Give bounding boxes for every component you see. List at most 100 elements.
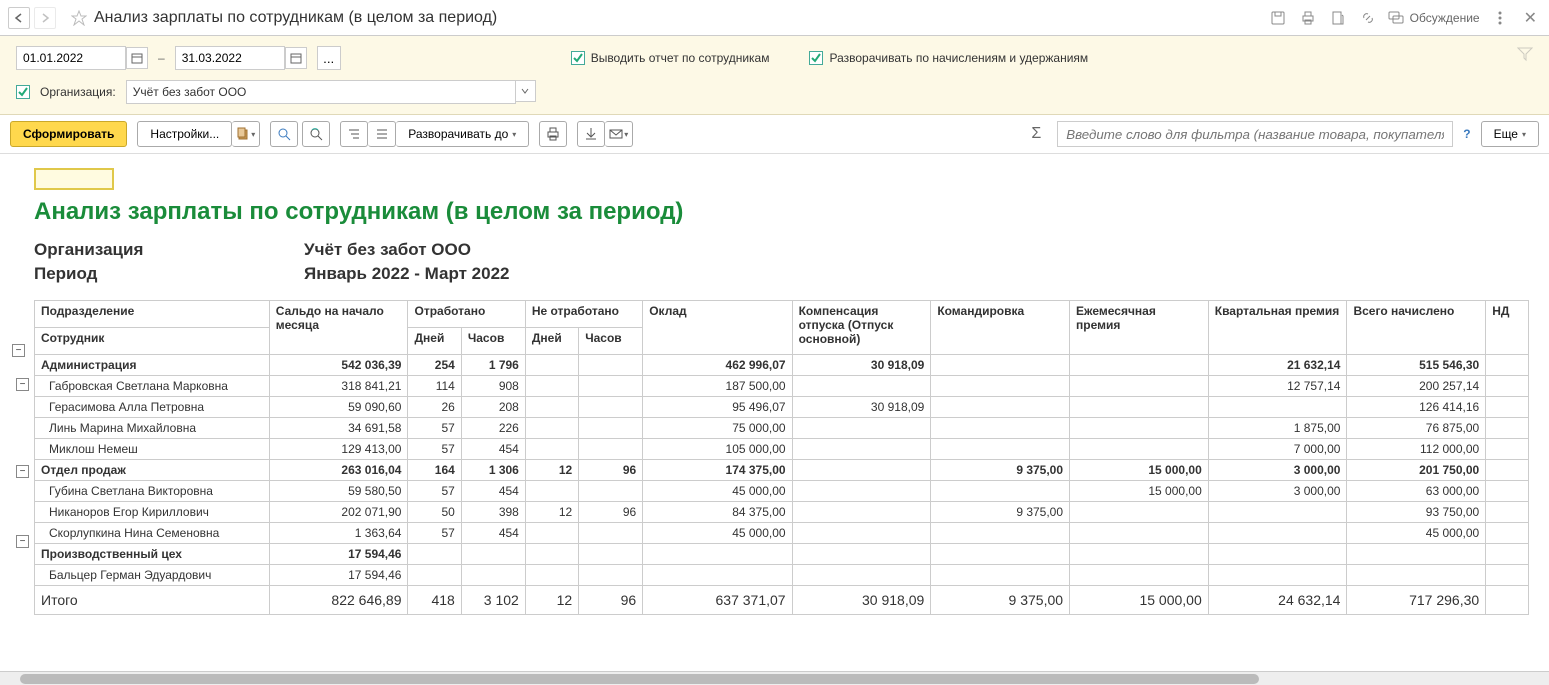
titlebar: Анализ зарплаты по сотрудникам (в целом … bbox=[0, 0, 1549, 36]
nav-back-button[interactable] bbox=[8, 7, 30, 29]
th-wd: Дней bbox=[408, 328, 461, 355]
table-row[interactable]: Губина Светлана Викторовна59 580,5057454… bbox=[35, 481, 1529, 502]
cell-trip: 9 375,00 bbox=[931, 586, 1070, 615]
cell-qb bbox=[1208, 523, 1347, 544]
table-row[interactable]: Миклош Немеш129 413,0057454105 000,007 0… bbox=[35, 439, 1529, 460]
cell-total: 45 000,00 bbox=[1347, 523, 1486, 544]
cell-mb bbox=[1070, 376, 1209, 397]
table-row[interactable]: Линь Марина Михайловна34 691,585722675 0… bbox=[35, 418, 1529, 439]
filter-input[interactable] bbox=[1057, 121, 1453, 147]
meta-org-label: Организация bbox=[34, 240, 304, 260]
filter-funnel-icon[interactable] bbox=[1517, 46, 1533, 65]
clipboard-icon[interactable]: ▾ bbox=[232, 121, 260, 147]
email-report-icon[interactable]: ▾ bbox=[605, 121, 633, 147]
collapse-all-icon[interactable] bbox=[368, 121, 396, 147]
search-icon[interactable] bbox=[270, 121, 298, 147]
cell-qb: 1 875,00 bbox=[1208, 418, 1347, 439]
date-from-input[interactable] bbox=[16, 46, 126, 70]
table-row[interactable]: Герасимова Алла Петровна59 090,602620895… bbox=[35, 397, 1529, 418]
calendar-to-icon[interactable] bbox=[285, 47, 307, 69]
cell-name: Производственный цех bbox=[35, 544, 270, 565]
sigma-icon[interactable]: Σ bbox=[1031, 125, 1041, 143]
cell-ndfl bbox=[1486, 460, 1529, 481]
more-label: Еще bbox=[1494, 127, 1518, 141]
cell-trip bbox=[931, 544, 1070, 565]
table-row[interactable]: Скорлупкина Нина Семеновна1 363,64574544… bbox=[35, 523, 1529, 544]
cell-mb bbox=[1070, 523, 1209, 544]
cell-wd: 50 bbox=[408, 502, 461, 523]
chk-org[interactable] bbox=[16, 85, 30, 99]
kebab-icon[interactable] bbox=[1490, 8, 1510, 28]
expand-to-label: Разворачивать до bbox=[408, 127, 508, 141]
settings-button[interactable]: Настройки... bbox=[137, 121, 232, 147]
cell-ndfl bbox=[1486, 355, 1529, 376]
cell-qb bbox=[1208, 397, 1347, 418]
link-icon[interactable] bbox=[1358, 8, 1378, 28]
refresh-search-icon[interactable] bbox=[302, 121, 330, 147]
period-select-button[interactable]: ... bbox=[317, 46, 341, 70]
settings-label: Настройки... bbox=[150, 127, 219, 141]
cell-saldo: 1 363,64 bbox=[269, 523, 408, 544]
cell-total: 76 875,00 bbox=[1347, 418, 1486, 439]
print-button-icon[interactable] bbox=[539, 121, 567, 147]
tree-btn-group-1[interactable]: − bbox=[16, 465, 29, 478]
table-row[interactable]: Никаноров Егор Кириллович202 071,9050398… bbox=[35, 502, 1529, 523]
chk-employees[interactable] bbox=[571, 51, 585, 65]
cell-ndfl bbox=[1486, 397, 1529, 418]
th-total: Всего начислено bbox=[1347, 301, 1486, 355]
expand-all-icon[interactable] bbox=[340, 121, 368, 147]
cell-name: Губина Светлана Викторовна bbox=[35, 481, 270, 502]
cell-mb: 15 000,00 bbox=[1070, 481, 1209, 502]
discuss-button[interactable]: Обсуждение bbox=[1388, 10, 1480, 26]
chk-expand[interactable] bbox=[809, 51, 823, 65]
horizontal-scrollbar[interactable] bbox=[0, 671, 1549, 685]
tree-collapse-root[interactable]: − bbox=[12, 344, 25, 357]
cell-wh: 454 bbox=[461, 439, 525, 460]
nav-forward-button[interactable] bbox=[34, 7, 56, 29]
report-area[interactable]: − Анализ зарплаты по сотрудникам (в цело… bbox=[0, 154, 1549, 671]
more-button[interactable]: Еще▾ bbox=[1481, 121, 1539, 147]
table-row[interactable]: Бальцер Герман Эдуардович17 594,46 bbox=[35, 565, 1529, 586]
cell-mb: 15 000,00 bbox=[1070, 460, 1209, 481]
cell-nwd bbox=[525, 439, 578, 460]
date-to-input[interactable] bbox=[175, 46, 285, 70]
toolbar: Сформировать Настройки... ▾ Разворачиват… bbox=[0, 115, 1549, 154]
cell-name: Миклош Немеш bbox=[35, 439, 270, 460]
calendar-from-icon[interactable] bbox=[126, 47, 148, 69]
cell-mb bbox=[1070, 418, 1209, 439]
cell-mb bbox=[1070, 544, 1209, 565]
print-icon[interactable] bbox=[1298, 8, 1318, 28]
org-select-arrow-icon[interactable] bbox=[516, 80, 536, 102]
table-row[interactable]: Производственный цех17 594,46 bbox=[35, 544, 1529, 565]
cell-comp bbox=[792, 502, 931, 523]
cell-nwd: 12 bbox=[525, 586, 578, 615]
cell-wd: 57 bbox=[408, 418, 461, 439]
table-row[interactable]: Отдел продаж263 016,041641 3061296174 37… bbox=[35, 460, 1529, 481]
generate-button[interactable]: Сформировать bbox=[10, 121, 127, 147]
cell-name: Скорлупкина Нина Семеновна bbox=[35, 523, 270, 544]
cell-wd: 26 bbox=[408, 397, 461, 418]
table-row[interactable]: Габровская Светлана Марковна318 841,2111… bbox=[35, 376, 1529, 397]
cell-wh: 454 bbox=[461, 523, 525, 544]
favorite-star-icon[interactable] bbox=[70, 9, 88, 27]
cell-qb bbox=[1208, 565, 1347, 586]
table-row[interactable]: Администрация542 036,392541 796462 996,0… bbox=[35, 355, 1529, 376]
tree-btn-group-0[interactable]: − bbox=[16, 378, 29, 391]
cell-mb bbox=[1070, 565, 1209, 586]
cell-qb bbox=[1208, 502, 1347, 523]
save-report-icon[interactable] bbox=[577, 121, 605, 147]
selection-box[interactable] bbox=[34, 168, 114, 190]
close-button[interactable]: ✕ bbox=[1520, 8, 1541, 28]
save-icon[interactable] bbox=[1268, 8, 1288, 28]
expand-to-button[interactable]: Разворачивать до▾ bbox=[396, 121, 529, 147]
cell-comp bbox=[792, 523, 931, 544]
cell-nwd: 12 bbox=[525, 502, 578, 523]
meta-period-label: Период bbox=[34, 264, 304, 284]
help-button[interactable]: ? bbox=[1463, 127, 1470, 141]
org-label: Организация: bbox=[40, 85, 116, 99]
cell-mb bbox=[1070, 502, 1209, 523]
org-select[interactable]: Учёт без забот ООО bbox=[126, 80, 516, 104]
document-icon[interactable] bbox=[1328, 8, 1348, 28]
window-title: Анализ зарплаты по сотрудникам (в целом … bbox=[94, 9, 1268, 27]
tree-btn-group-2[interactable]: − bbox=[16, 535, 29, 548]
